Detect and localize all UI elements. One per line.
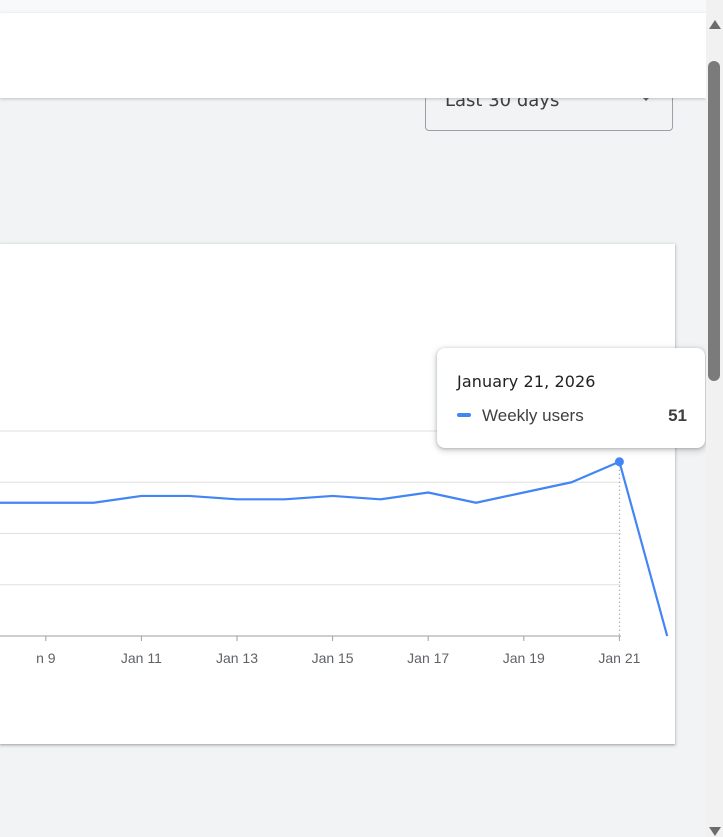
x-tick-label: Jan 21 — [598, 650, 640, 666]
x-tick-label: Jan 13 — [216, 650, 258, 666]
scrollbar-thumb[interactable] — [708, 61, 720, 381]
header-bar — [0, 13, 706, 98]
analytics-page: Last 30 days n 9 Jan 11 Jan 13 Jan 15 Jan 17… — [0, 0, 723, 837]
weekly-users-line — [0, 460, 669, 637]
x-tick-label: Jan 19 — [503, 650, 545, 666]
tooltip-series-name: Weekly users — [482, 406, 584, 425]
browser-top-strip — [0, 0, 706, 13]
chart-tooltip: January 21, 2026 Weekly users 51 — [437, 348, 705, 448]
weekly-users-card: n 9 Jan 11 Jan 13 Jan 15 Jan 17 Jan 19 Jan 21 — [0, 244, 675, 744]
series-swatch — [457, 413, 471, 417]
scroll-up-arrow-icon[interactable] — [709, 20, 721, 29]
weekly-users-chart[interactable]: n 9 Jan 11 Jan 13 Jan 15 Jan 17 Jan 19 Jan 21 — [0, 244, 675, 744]
vertical-scrollbar[interactable] — [706, 0, 723, 837]
x-tick-label: Jan 15 — [312, 650, 354, 666]
tooltip-value: 51 — [668, 406, 687, 425]
tooltip-date: January 21, 2026 — [457, 372, 596, 391]
scroll-down-arrow-icon[interactable] — [709, 827, 721, 836]
x-tick-label: Jan 17 — [407, 650, 449, 666]
x-tick-label: n 9 — [36, 650, 56, 666]
x-tick-label: Jan 11 — [121, 650, 162, 666]
highlight-point — [614, 457, 624, 467]
